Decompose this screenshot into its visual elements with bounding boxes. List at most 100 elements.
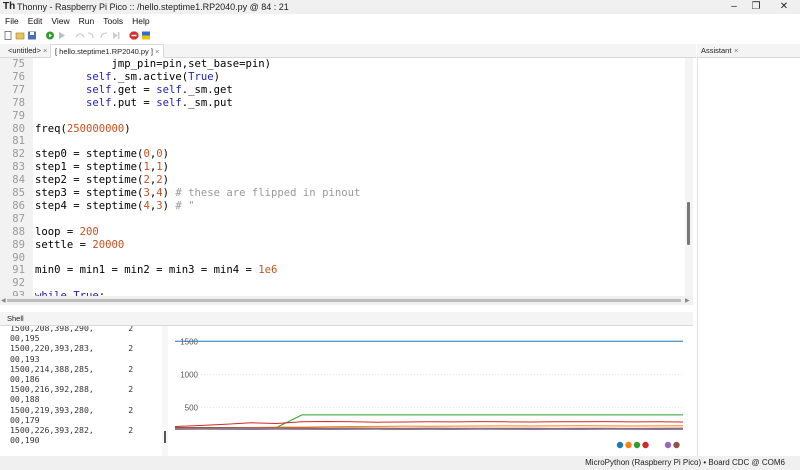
code-token: step2 = steptime(: [35, 174, 144, 187]
tab-untitled[interactable]: <untitled> ×: [4, 44, 51, 58]
menu-run[interactable]: Run: [79, 16, 95, 26]
line-number: 89: [12, 238, 25, 251]
assistant-tab[interactable]: Assistant ×: [697, 44, 800, 58]
code-token: freq(: [35, 122, 67, 135]
code-token: ): [162, 187, 176, 199]
shell-line: 00,193: [10, 353, 40, 364]
shell-scrollbar[interactable]: [162, 326, 168, 456]
code-line[interactable]: 83 step1 = steptime(1,1): [0, 161, 690, 174]
code-token: loop =: [35, 225, 80, 238]
code-line[interactable]: 88 loop = 200: [0, 226, 690, 239]
title-bar: Th Thonny - Raspberry Pi Pico :: /hello.…: [0, 0, 800, 14]
save-file-icon[interactable]: [27, 31, 37, 40]
debug-icon[interactable]: [57, 31, 67, 40]
code-token: 20000: [92, 238, 125, 251]
code-line[interactable]: 85 step3 = steptime(3,4) # these are flip…: [0, 187, 690, 200]
scroll-left-icon[interactable]: ◀: [1, 297, 6, 304]
assistant-panel: [697, 58, 800, 456]
code-line[interactable]: 82 step0 = steptime(0,0): [0, 148, 690, 161]
tab-untitled-label: <untitled>: [8, 46, 41, 55]
code-token: step0 = steptime(: [35, 148, 144, 161]
close-icon[interactable]: ✕: [773, 0, 795, 14]
code-line[interactable]: 75 jmp_pin=pin,set_base=pin): [0, 58, 690, 71]
tab-close-icon[interactable]: ×: [43, 46, 47, 55]
menu-view[interactable]: View: [51, 16, 69, 26]
code-line[interactable]: 87: [0, 213, 690, 226]
legend-dot: [664, 441, 672, 449]
maximize-icon[interactable]: ❐: [745, 0, 767, 14]
legend-dot: [642, 441, 649, 449]
code-line[interactable]: 81: [0, 135, 690, 148]
menu-file[interactable]: File: [5, 16, 19, 26]
code-line[interactable]: 91 min0 = min1 = min2 = min3 = min4 = 1e6: [0, 264, 690, 277]
code-token: ._sm.get: [181, 83, 233, 96]
assistant-close-icon[interactable]: ×: [734, 44, 738, 58]
tab-hello-steptime[interactable]: [ hello.steptime1.RP2040.py ] ×: [50, 44, 165, 58]
code-token: .put =: [111, 96, 157, 109]
stop-icon[interactable]: [129, 31, 139, 40]
new-file-icon[interactable]: [3, 30, 13, 40]
shell-line: 00,179: [10, 414, 40, 425]
thonny-app-icon: Th: [3, 1, 16, 12]
menu-tools[interactable]: Tools: [103, 16, 123, 26]
menu-edit[interactable]: Edit: [28, 16, 43, 26]
status-bar: MicroPython (Raspberry Pi Pico) • Board …: [0, 456, 800, 470]
code-line[interactable]: 84 step2 = steptime(2,2): [0, 174, 690, 187]
line-number: 84: [12, 174, 25, 187]
scrollbar-thumb[interactable]: [7, 299, 681, 302]
code-token: .get =: [111, 83, 157, 96]
line-number: 75: [12, 58, 25, 70]
code-line[interactable]: 90: [0, 252, 690, 265]
shell-line: 1500,214,388,285, 2: [10, 363, 134, 374]
flag-icon[interactable]: [141, 31, 151, 40]
shell-line: 00,188: [10, 394, 40, 405]
code-token: ): [162, 161, 169, 174]
code-line[interactable]: 89 settle = 20000: [0, 239, 690, 252]
code-line[interactable]: 79: [0, 110, 690, 123]
step-into-icon[interactable]: [87, 31, 97, 40]
step-over-icon[interactable]: [75, 31, 85, 40]
code-line[interactable]: 76 self._sm.active(True): [0, 71, 690, 84]
code-line[interactable]: 78 self.put = self._sm.put: [0, 97, 690, 110]
open-file-icon[interactable]: [15, 31, 25, 40]
shell-line: 1500,216,392,288, 2: [10, 384, 134, 395]
toolbar: [0, 28, 800, 42]
run-icon[interactable]: [45, 31, 55, 40]
legend-dot: [616, 441, 624, 449]
code-token: ): [213, 70, 220, 83]
shell-output[interactable]: 1500,208,398,290, 2 00,195 1500,220,393,28…: [0, 326, 166, 456]
line-number: 83: [12, 161, 25, 174]
code-token: settle =: [35, 238, 93, 251]
shell-line: 00,190: [10, 435, 40, 446]
interpreter-status[interactable]: MicroPython (Raspberry Pi Pico) • Board …: [585, 456, 785, 470]
line-number: 82: [12, 148, 25, 161]
window-title: Thonny - Raspberry Pi Pico :: /hello.ste…: [17, 2, 289, 12]
shell-tab[interactable]: Shell: [0, 312, 693, 326]
code-editor[interactable]: 75 jmp_pin=pin,set_base=pin) 76 self._sm.…: [0, 58, 690, 296]
shell-title: Shell: [7, 314, 24, 323]
code-line[interactable]: 77 self.get = self._sm.get: [0, 84, 690, 97]
code-line[interactable]: 80 freq(250000000): [0, 123, 690, 136]
resume-icon[interactable]: [111, 31, 121, 40]
editor-vertical-scrollbar[interactable]: [685, 58, 693, 296]
editor-horizontal-scrollbar[interactable]: ◀ ▶: [0, 296, 693, 305]
scrollbar-thumb[interactable]: [687, 202, 690, 245]
scrollbar-thumb[interactable]: [164, 431, 166, 443]
editor-tab-bar: <untitled> × [ hello.steptime1.RP2040.py …: [0, 44, 696, 58]
code-line[interactable]: 92: [0, 277, 690, 290]
menu-help[interactable]: Help: [132, 16, 149, 26]
code-token: self: [156, 96, 182, 109]
step-out-icon[interactable]: [99, 31, 109, 40]
code-token: self: [86, 70, 112, 83]
code-token: ): [162, 174, 169, 187]
line-number: 77: [12, 83, 25, 96]
code-token: # ": [175, 199, 195, 212]
scroll-right-icon[interactable]: ▶: [685, 297, 690, 304]
legend-dot: [633, 441, 641, 449]
line-number: 86: [12, 199, 25, 212]
tab-close-icon[interactable]: ×: [155, 47, 159, 56]
minimize-icon[interactable]: –: [723, 0, 745, 14]
code-line[interactable]: 86 step4 = steptime(4,3) # ": [0, 200, 690, 213]
